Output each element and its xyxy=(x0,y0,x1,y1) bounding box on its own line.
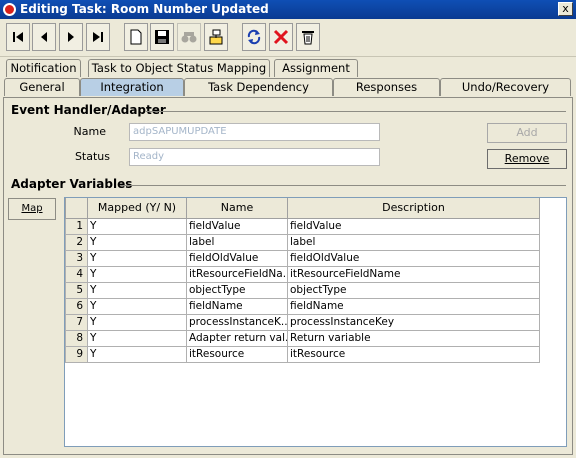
previous-record-icon xyxy=(41,32,47,42)
refresh-icon xyxy=(247,29,261,45)
mapped-cell[interactable]: Y xyxy=(87,313,187,331)
table-row[interactable]: 4 Y itResourceFieldNa... itResourceField… xyxy=(65,265,540,283)
tab-general[interactable]: General xyxy=(4,78,80,96)
row-number-cell: 7 xyxy=(65,313,88,331)
mapped-cell[interactable]: Y xyxy=(87,345,187,363)
tab-integration[interactable]: Integration xyxy=(80,78,184,96)
mapped-cell[interactable]: Y xyxy=(87,297,187,315)
row-number-cell: 4 xyxy=(65,265,88,283)
description-cell[interactable]: itResourceFieldName xyxy=(287,265,540,283)
description-cell[interactable]: processInstanceKey xyxy=(287,313,540,331)
row-number-cell: 6 xyxy=(65,297,88,315)
delete-icon xyxy=(273,29,289,45)
table-row[interactable]: 5 Y objectType objectType xyxy=(65,281,540,299)
table-row[interactable]: 1 Y fieldValue fieldValue xyxy=(65,217,540,235)
name-cell[interactable]: processInstanceK... xyxy=(186,313,288,331)
mapped-cell[interactable]: Y xyxy=(87,329,187,347)
tab-notification[interactable]: Notification xyxy=(6,59,81,77)
remove-button[interactable]: Remove xyxy=(487,149,567,169)
map-button[interactable]: Map xyxy=(8,198,56,220)
save-button[interactable] xyxy=(150,23,174,51)
row-number-cell: 8 xyxy=(65,329,88,347)
next-record-button[interactable] xyxy=(59,23,83,51)
last-record-icon xyxy=(93,32,103,42)
row-number-cell: 1 xyxy=(65,217,88,235)
table-row[interactable]: 8 Y Adapter return val... Return variabl… xyxy=(65,329,540,347)
table-row[interactable]: 9 Y itResource itResource xyxy=(65,345,540,363)
name-cell[interactable]: itResource xyxy=(186,345,288,363)
new-icon xyxy=(130,29,142,45)
tab-task-to-object-status-mapping[interactable]: Task to Object Status Mapping xyxy=(88,59,270,77)
tab-row-top: Notification Task to Object Status Mappi… xyxy=(0,59,576,78)
adapter-variables-heading: Adapter Variables xyxy=(11,177,133,191)
delete-button[interactable] xyxy=(269,23,293,51)
description-cell[interactable]: label xyxy=(287,233,540,251)
first-record-icon xyxy=(13,32,23,42)
mapped-column-header[interactable]: Mapped (Y/ N) xyxy=(87,198,187,219)
description-column-header[interactable]: Description xyxy=(287,198,540,219)
next-record-icon xyxy=(68,32,74,42)
new-button[interactable] xyxy=(124,23,148,51)
name-label: Name xyxy=(73,125,106,138)
description-cell[interactable]: Return variable xyxy=(287,329,540,347)
description-cell[interactable]: itResource xyxy=(287,345,540,363)
name-column-header[interactable]: Name xyxy=(186,198,288,219)
name-cell[interactable]: objectType xyxy=(186,281,288,299)
status-label: Status xyxy=(74,150,110,163)
mapped-cell[interactable]: Y xyxy=(87,233,187,251)
divider xyxy=(146,111,566,112)
tab-undo-recovery[interactable]: Undo/Recovery xyxy=(440,78,571,96)
table-row[interactable]: 6 Y fieldName fieldName xyxy=(65,297,540,315)
description-cell[interactable]: fieldValue xyxy=(287,217,540,235)
refresh-button[interactable] xyxy=(242,23,266,51)
description-cell[interactable]: fieldOldValue xyxy=(287,249,540,267)
close-button[interactable]: x xyxy=(558,2,573,16)
event-handler-heading: Event Handler/Adapter xyxy=(11,103,166,117)
description-cell[interactable]: fieldName xyxy=(287,297,540,315)
oracle-logo-icon xyxy=(3,3,16,16)
find-icon xyxy=(181,32,197,43)
title-bar: Editing Task: Room Number Updated x xyxy=(0,0,576,19)
tab-responses[interactable]: Responses xyxy=(333,78,440,96)
name-cell[interactable]: fieldName xyxy=(186,297,288,315)
reorder-button[interactable] xyxy=(204,23,228,51)
trash-icon xyxy=(302,31,314,45)
name-cell[interactable]: fieldOldValue xyxy=(186,249,288,267)
first-record-button[interactable] xyxy=(6,23,30,51)
tab-assignment[interactable]: Assignment xyxy=(274,59,358,77)
save-icon xyxy=(155,30,169,44)
row-number-cell: 9 xyxy=(65,345,88,363)
add-button[interactable]: Add xyxy=(487,123,567,143)
reorder-icon xyxy=(209,29,223,45)
row-number-header xyxy=(65,198,88,219)
row-number-cell: 2 xyxy=(65,233,88,251)
divider xyxy=(120,185,566,186)
adapter-status-field[interactable]: Ready xyxy=(129,148,380,166)
tab-row-bottom: General Integration Task Dependency Resp… xyxy=(0,78,576,97)
table-row[interactable]: 3 Y fieldOldValue fieldOldValue xyxy=(65,249,540,267)
table-row[interactable]: 2 Y label label xyxy=(65,233,540,251)
mapped-cell[interactable]: Y xyxy=(87,265,187,283)
description-cell[interactable]: objectType xyxy=(287,281,540,299)
previous-record-button[interactable] xyxy=(32,23,56,51)
adapter-name-field[interactable]: adpSAPUMUPDATE xyxy=(129,123,380,141)
name-cell[interactable]: itResourceFieldNa... xyxy=(186,265,288,283)
find-button[interactable] xyxy=(177,23,201,51)
mapped-cell[interactable]: Y xyxy=(87,249,187,267)
adapter-variables-table: Mapped (Y/ N) Name Description 1 Y field… xyxy=(64,197,567,447)
last-record-button[interactable] xyxy=(86,23,110,51)
table-row[interactable]: 7 Y processInstanceK... processInstanceK… xyxy=(65,313,540,331)
mapped-cell[interactable]: Y xyxy=(87,217,187,235)
trash-button[interactable] xyxy=(296,23,320,51)
window-title: Editing Task: Room Number Updated xyxy=(20,2,269,16)
row-number-cell: 3 xyxy=(65,249,88,267)
name-cell[interactable]: Adapter return val... xyxy=(186,329,288,347)
mapped-cell[interactable]: Y xyxy=(87,281,187,299)
toolbar xyxy=(0,19,576,57)
name-cell[interactable]: fieldValue xyxy=(186,217,288,235)
name-cell[interactable]: label xyxy=(186,233,288,251)
table-header-row: Mapped (Y/ N) Name Description xyxy=(65,198,540,219)
row-number-cell: 5 xyxy=(65,281,88,299)
tab-task-dependency[interactable]: Task Dependency xyxy=(184,78,333,96)
